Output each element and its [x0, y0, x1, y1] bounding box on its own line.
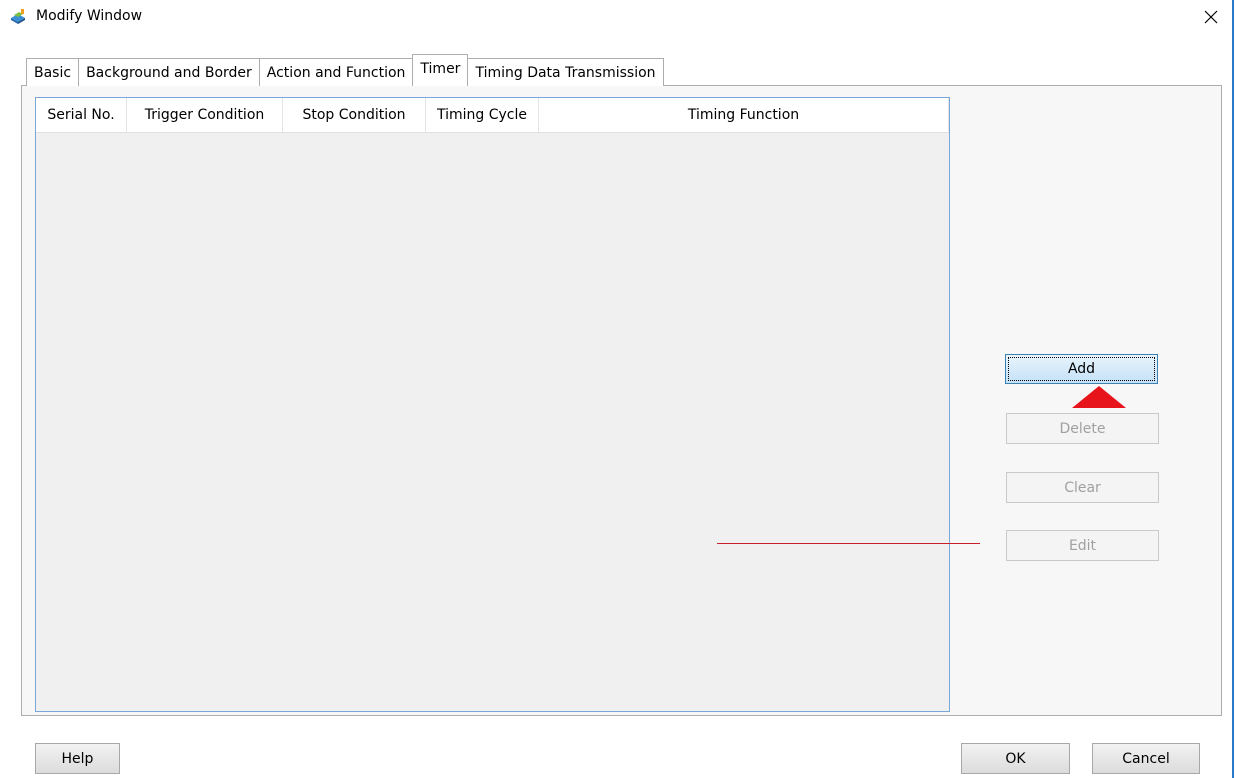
pointer-arrow-marker: [1072, 386, 1126, 408]
edit-button[interactable]: Edit: [1006, 530, 1159, 561]
timer-table[interactable]: Serial No. Trigger Condition Stop Condit…: [35, 97, 950, 712]
table-header: Serial No. Trigger Condition Stop Condit…: [36, 98, 949, 133]
help-button[interactable]: Help: [35, 743, 120, 774]
table-body[interactable]: [36, 133, 949, 711]
title-bar: Modify Window: [0, 0, 1230, 34]
delete-button[interactable]: Delete: [1006, 413, 1159, 444]
annotation-line: [717, 543, 980, 544]
clear-button[interactable]: Clear: [1006, 472, 1159, 503]
modify-window-dialog: Modify Window Basic Background and Borde…: [0, 0, 1236, 778]
column-header-serial-no[interactable]: Serial No.: [36, 98, 127, 132]
column-header-timing-function[interactable]: Timing Function: [539, 98, 949, 132]
window-edge: [1232, 0, 1234, 778]
column-header-trigger-condition[interactable]: Trigger Condition: [127, 98, 283, 132]
column-header-stop-condition[interactable]: Stop Condition: [283, 98, 426, 132]
add-button[interactable]: Add: [1005, 354, 1158, 384]
tab-strip: Basic Background and Border Action and F…: [26, 54, 664, 86]
tab-basic[interactable]: Basic: [26, 58, 80, 86]
tab-background-and-border[interactable]: Background and Border: [78, 58, 260, 86]
cancel-button[interactable]: Cancel: [1092, 743, 1200, 774]
window-title: Modify Window: [36, 8, 143, 24]
close-button[interactable]: [1196, 4, 1226, 30]
ok-button[interactable]: OK: [961, 743, 1070, 774]
tab-action-and-function[interactable]: Action and Function: [258, 58, 414, 86]
column-header-timing-cycle[interactable]: Timing Cycle: [426, 98, 539, 132]
tab-timing-data-transmission[interactable]: Timing Data Transmission: [467, 58, 664, 86]
close-icon: [1204, 10, 1218, 24]
tab-timer[interactable]: Timer: [412, 54, 469, 86]
app-icon: [10, 9, 26, 25]
